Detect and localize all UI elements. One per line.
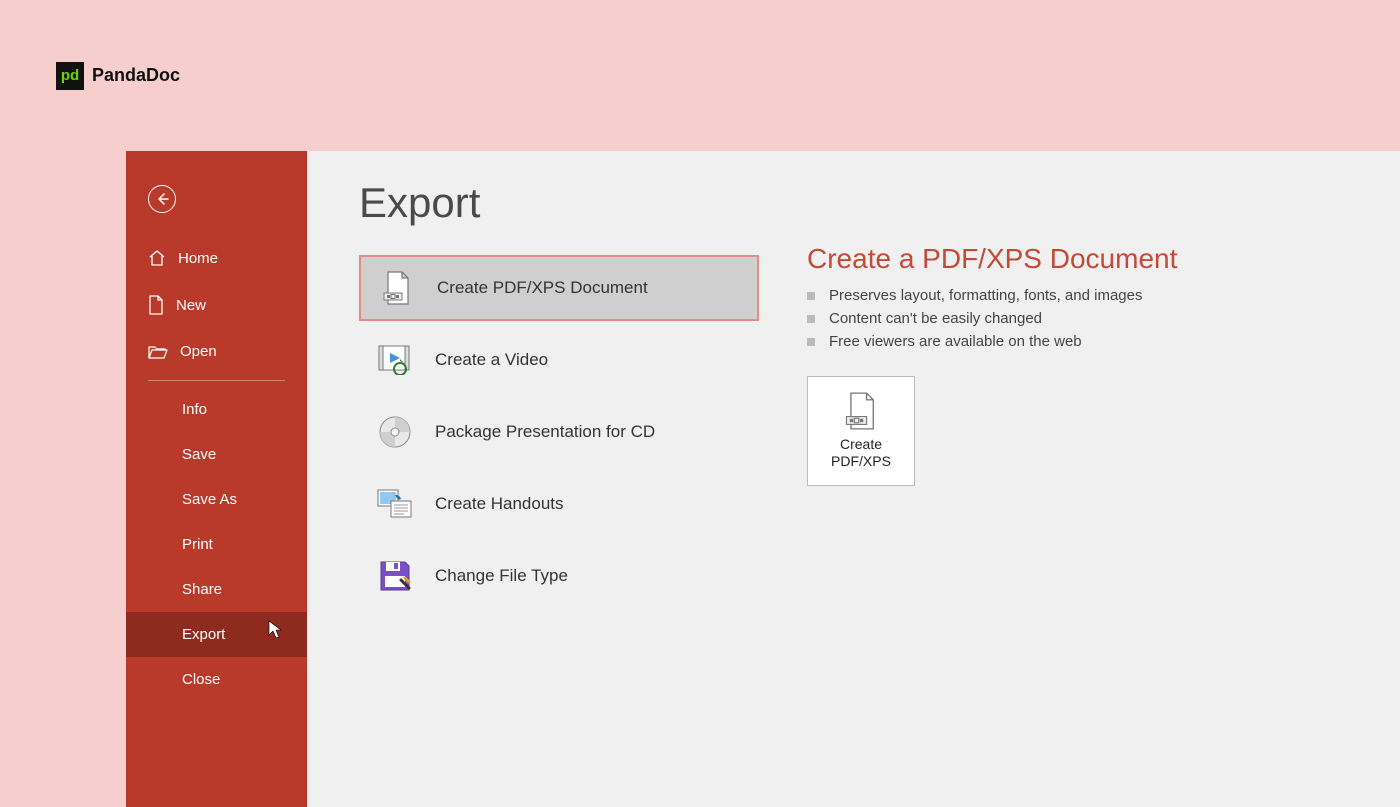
sidebar-item-open[interactable]: Open [126,329,307,374]
sidebar-item-label: New [176,297,206,314]
page-header: pd PandaDoc [0,0,1400,151]
export-option-label: Change File Type [435,566,568,586]
save-disk-icon [377,558,413,594]
sidebar-item-label: Close [182,671,220,688]
app-window: Home New Open Info Save Save As Print Sh… [126,151,1400,807]
create-pdf-xps-button[interactable]: Create PDF/XPS [807,376,915,486]
sidebar-item-label: Info [182,401,207,418]
sidebar-item-label: Save As [182,491,237,508]
export-option-label: Create a Video [435,350,548,370]
page-title: Export [359,179,759,227]
sidebar-item-share[interactable]: Share [126,567,307,612]
detail-bullets: Preserves layout, formatting, fonts, and… [807,287,1348,350]
mouse-cursor-icon [268,620,284,640]
cd-disc-icon [377,414,413,450]
brand-name: PandaDoc [92,65,180,86]
handouts-icon [377,486,413,522]
export-option-create-video[interactable]: Create a Video [359,327,759,393]
export-option-package-cd[interactable]: Package Presentation for CD [359,399,759,465]
sidebar-item-label: Open [180,343,217,360]
export-option-change-file-type[interactable]: Change File Type [359,543,759,609]
sidebar-item-export[interactable]: Export [126,612,307,657]
sidebar-item-label: Export [182,626,225,643]
folder-open-icon [148,344,168,360]
export-options-column: Export Create PDF/XPS Document Create a … [359,179,759,779]
pdf-document-icon [844,392,878,430]
new-file-icon [148,295,164,315]
sidebar-item-print[interactable]: Print [126,522,307,567]
detail-title: Create a PDF/XPS Document [807,243,1348,275]
home-icon [148,249,166,267]
sidebar-item-label: Share [182,581,222,598]
pdf-document-icon [379,270,415,306]
back-arrow-icon [155,192,169,206]
sidebar-item-label: Save [182,446,216,463]
sidebar-separator [148,380,285,381]
detail-bullet: Preserves layout, formatting, fonts, and… [807,287,1348,304]
sidebar-item-info[interactable]: Info [126,387,307,432]
export-detail-column: Create a PDF/XPS Document Preserves layo… [807,179,1348,779]
export-option-label: Package Presentation for CD [435,422,655,442]
sidebar-item-save[interactable]: Save [126,432,307,477]
video-icon [377,342,413,378]
sidebar-item-label: Home [178,250,218,267]
back-button[interactable] [148,185,176,213]
sidebar-item-home[interactable]: Home [126,235,307,281]
action-label-line1: Create [831,436,891,454]
sidebar-item-new[interactable]: New [126,281,307,329]
export-option-create-handouts[interactable]: Create Handouts [359,471,759,537]
pandadoc-logo-icon: pd [56,62,84,90]
sidebar: Home New Open Info Save Save As Print Sh… [126,151,307,807]
sidebar-item-close[interactable]: Close [126,657,307,702]
detail-bullet: Free viewers are available on the web [807,333,1348,350]
brand: pd PandaDoc [56,62,180,90]
export-option-create-pdf-xps[interactable]: Create PDF/XPS Document [359,255,759,321]
export-option-label: Create PDF/XPS Document [437,278,648,298]
export-option-label: Create Handouts [435,494,564,514]
sidebar-item-save-as[interactable]: Save As [126,477,307,522]
sidebar-item-label: Print [182,536,213,553]
action-label-line2: PDF/XPS [831,453,891,471]
main-content: Export Create PDF/XPS Document Create a … [307,151,1400,807]
detail-bullet: Content can't be easily changed [807,310,1348,327]
